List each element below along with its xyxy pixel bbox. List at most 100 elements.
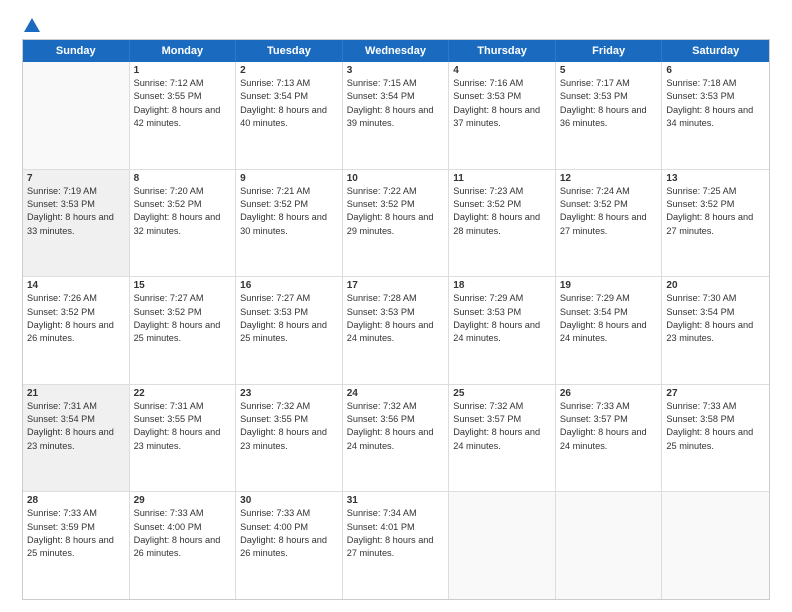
- day-number: 26: [560, 388, 658, 399]
- day-number: 5: [560, 65, 658, 76]
- day-21: 21Sunrise: 7:31 AMSunset: 3:54 PMDayligh…: [23, 385, 130, 492]
- day-number: 4: [453, 65, 551, 76]
- daylight-text: Daylight: 8 hours and 29 minutes.: [347, 211, 445, 238]
- day-11: 11Sunrise: 7:23 AMSunset: 3:52 PMDayligh…: [449, 170, 556, 277]
- calendar: SundayMondayTuesdayWednesdayThursdayFrid…: [22, 39, 770, 600]
- day-number: 22: [134, 388, 232, 399]
- sunset-text: Sunset: 3:52 PM: [134, 198, 232, 211]
- day-19: 19Sunrise: 7:29 AMSunset: 3:54 PMDayligh…: [556, 277, 663, 384]
- day-number: 12: [560, 173, 658, 184]
- sunrise-text: Sunrise: 7:33 AM: [240, 507, 338, 520]
- day-number: 2: [240, 65, 338, 76]
- sunset-text: Sunset: 3:53 PM: [453, 306, 551, 319]
- daylight-text: Daylight: 8 hours and 39 minutes.: [347, 104, 445, 131]
- sunrise-text: Sunrise: 7:33 AM: [27, 507, 125, 520]
- sunset-text: Sunset: 3:53 PM: [666, 90, 765, 103]
- empty-cell: [23, 62, 130, 169]
- header-friday: Friday: [556, 40, 663, 62]
- calendar-row-0: 1Sunrise: 7:12 AMSunset: 3:55 PMDaylight…: [23, 62, 769, 169]
- day-4: 4Sunrise: 7:16 AMSunset: 3:53 PMDaylight…: [449, 62, 556, 169]
- daylight-text: Daylight: 8 hours and 27 minutes.: [560, 211, 658, 238]
- header-monday: Monday: [130, 40, 237, 62]
- day-2: 2Sunrise: 7:13 AMSunset: 3:54 PMDaylight…: [236, 62, 343, 169]
- day-28: 28Sunrise: 7:33 AMSunset: 3:59 PMDayligh…: [23, 492, 130, 599]
- daylight-text: Daylight: 8 hours and 27 minutes.: [666, 211, 765, 238]
- day-25: 25Sunrise: 7:32 AMSunset: 3:57 PMDayligh…: [449, 385, 556, 492]
- sunrise-text: Sunrise: 7:13 AM: [240, 77, 338, 90]
- logo: [22, 18, 40, 33]
- day-number: 17: [347, 280, 445, 291]
- sunset-text: Sunset: 3:53 PM: [347, 306, 445, 319]
- calendar-body: 1Sunrise: 7:12 AMSunset: 3:55 PMDaylight…: [23, 62, 769, 599]
- day-number: 28: [27, 495, 125, 506]
- day-1: 1Sunrise: 7:12 AMSunset: 3:55 PMDaylight…: [130, 62, 237, 169]
- sunset-text: Sunset: 3:55 PM: [240, 413, 338, 426]
- daylight-text: Daylight: 8 hours and 25 minutes.: [27, 534, 125, 561]
- daylight-text: Daylight: 8 hours and 24 minutes.: [453, 426, 551, 453]
- sunset-text: Sunset: 3:54 PM: [560, 306, 658, 319]
- day-6: 6Sunrise: 7:18 AMSunset: 3:53 PMDaylight…: [662, 62, 769, 169]
- sunset-text: Sunset: 3:53 PM: [560, 90, 658, 103]
- day-number: 19: [560, 280, 658, 291]
- sunset-text: Sunset: 4:00 PM: [240, 521, 338, 534]
- daylight-text: Daylight: 8 hours and 26 minutes.: [240, 534, 338, 561]
- day-10: 10Sunrise: 7:22 AMSunset: 3:52 PMDayligh…: [343, 170, 450, 277]
- sunrise-text: Sunrise: 7:12 AM: [134, 77, 232, 90]
- daylight-text: Daylight: 8 hours and 25 minutes.: [240, 319, 338, 346]
- sunset-text: Sunset: 3:56 PM: [347, 413, 445, 426]
- daylight-text: Daylight: 8 hours and 25 minutes.: [666, 426, 765, 453]
- day-5: 5Sunrise: 7:17 AMSunset: 3:53 PMDaylight…: [556, 62, 663, 169]
- day-number: 25: [453, 388, 551, 399]
- sunset-text: Sunset: 3:58 PM: [666, 413, 765, 426]
- sunrise-text: Sunrise: 7:18 AM: [666, 77, 765, 90]
- calendar-row-2: 14Sunrise: 7:26 AMSunset: 3:52 PMDayligh…: [23, 276, 769, 384]
- sunrise-text: Sunrise: 7:28 AM: [347, 292, 445, 305]
- day-9: 9Sunrise: 7:21 AMSunset: 3:52 PMDaylight…: [236, 170, 343, 277]
- daylight-text: Daylight: 8 hours and 42 minutes.: [134, 104, 232, 131]
- day-number: 8: [134, 173, 232, 184]
- day-17: 17Sunrise: 7:28 AMSunset: 3:53 PMDayligh…: [343, 277, 450, 384]
- sunrise-text: Sunrise: 7:24 AM: [560, 185, 658, 198]
- day-number: 24: [347, 388, 445, 399]
- day-27: 27Sunrise: 7:33 AMSunset: 3:58 PMDayligh…: [662, 385, 769, 492]
- page: SundayMondayTuesdayWednesdayThursdayFrid…: [0, 0, 792, 612]
- header-thursday: Thursday: [449, 40, 556, 62]
- sunrise-text: Sunrise: 7:30 AM: [666, 292, 765, 305]
- sunset-text: Sunset: 3:52 PM: [347, 198, 445, 211]
- header: [22, 18, 770, 33]
- sunset-text: Sunset: 3:59 PM: [27, 521, 125, 534]
- header-tuesday: Tuesday: [236, 40, 343, 62]
- daylight-text: Daylight: 8 hours and 23 minutes.: [134, 426, 232, 453]
- sunset-text: Sunset: 3:52 PM: [453, 198, 551, 211]
- daylight-text: Daylight: 8 hours and 23 minutes.: [27, 426, 125, 453]
- day-31: 31Sunrise: 7:34 AMSunset: 4:01 PMDayligh…: [343, 492, 450, 599]
- daylight-text: Daylight: 8 hours and 26 minutes.: [27, 319, 125, 346]
- daylight-text: Daylight: 8 hours and 26 minutes.: [134, 534, 232, 561]
- day-29: 29Sunrise: 7:33 AMSunset: 4:00 PMDayligh…: [130, 492, 237, 599]
- sunrise-text: Sunrise: 7:33 AM: [134, 507, 232, 520]
- sunrise-text: Sunrise: 7:15 AM: [347, 77, 445, 90]
- sunrise-text: Sunrise: 7:26 AM: [27, 292, 125, 305]
- sunrise-text: Sunrise: 7:21 AM: [240, 185, 338, 198]
- sunrise-text: Sunrise: 7:27 AM: [240, 292, 338, 305]
- sunset-text: Sunset: 4:01 PM: [347, 521, 445, 534]
- sunrise-text: Sunrise: 7:32 AM: [240, 400, 338, 413]
- daylight-text: Daylight: 8 hours and 24 minutes.: [560, 426, 658, 453]
- logo-triangle-icon: [24, 18, 40, 32]
- sunrise-text: Sunrise: 7:32 AM: [347, 400, 445, 413]
- day-26: 26Sunrise: 7:33 AMSunset: 3:57 PMDayligh…: [556, 385, 663, 492]
- daylight-text: Daylight: 8 hours and 25 minutes.: [134, 319, 232, 346]
- day-number: 30: [240, 495, 338, 506]
- day-number: 31: [347, 495, 445, 506]
- day-13: 13Sunrise: 7:25 AMSunset: 3:52 PMDayligh…: [662, 170, 769, 277]
- header-wednesday: Wednesday: [343, 40, 450, 62]
- empty-cell: [556, 492, 663, 599]
- day-8: 8Sunrise: 7:20 AMSunset: 3:52 PMDaylight…: [130, 170, 237, 277]
- sunrise-text: Sunrise: 7:23 AM: [453, 185, 551, 198]
- day-number: 1: [134, 65, 232, 76]
- day-number: 29: [134, 495, 232, 506]
- day-18: 18Sunrise: 7:29 AMSunset: 3:53 PMDayligh…: [449, 277, 556, 384]
- sunset-text: Sunset: 3:53 PM: [453, 90, 551, 103]
- sunset-text: Sunset: 3:54 PM: [347, 90, 445, 103]
- sunset-text: Sunset: 3:55 PM: [134, 413, 232, 426]
